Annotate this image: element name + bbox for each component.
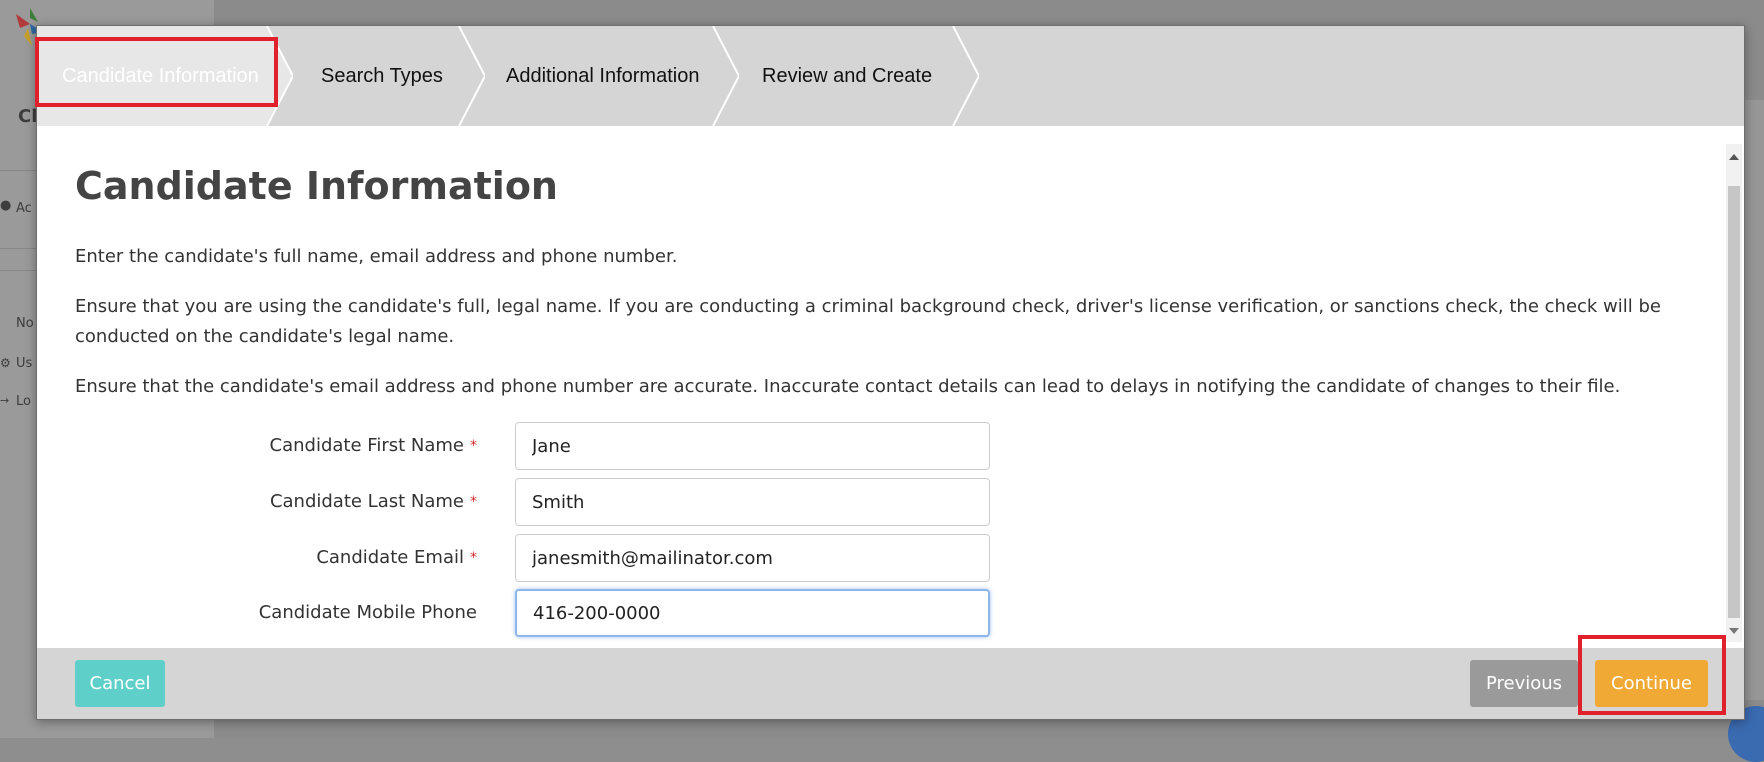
required-marker: *: [470, 438, 477, 454]
sidebar-partial-notifications: No: [16, 316, 34, 331]
create-candidate-modal: Candidate Information Search Types Addit…: [36, 25, 1745, 720]
page-title: Candidate Information: [75, 164, 558, 208]
step-chevron-icon: [712, 26, 739, 126]
instruction-paragraph: Ensure that the candidate's email addres…: [75, 376, 1621, 397]
sidebar-partial-logout: Lo: [16, 394, 31, 409]
email-row: Candidate Email *: [37, 534, 1037, 582]
last-name-field[interactable]: [515, 478, 990, 526]
modal-footer: Cancel Previous Continue: [37, 648, 1744, 719]
email-label: Candidate Email *: [316, 547, 477, 568]
email-field[interactable]: [515, 534, 990, 582]
instruction-paragraph: Enter the candidate's full name, email a…: [75, 246, 678, 267]
step-chevron-icon: [952, 26, 979, 126]
first-name-field[interactable]: [515, 422, 990, 470]
cancel-button[interactable]: Cancel: [75, 660, 165, 707]
wizard-stepper: Candidate Information Search Types Addit…: [37, 26, 1744, 126]
highlight-box-continue: [1578, 635, 1726, 715]
step-review-and-create[interactable]: Review and Create: [762, 26, 962, 126]
modal-content: Candidate Information Enter the candidat…: [37, 126, 1744, 648]
phone-row: Candidate Mobile Phone: [37, 589, 1037, 637]
scroll-thumb[interactable]: [1728, 186, 1740, 618]
phone-label: Candidate Mobile Phone: [258, 602, 477, 623]
step-label: Search Types: [321, 64, 443, 87]
step-label: Review and Create: [762, 64, 933, 87]
sidebar-partial-title: Cl: [18, 106, 38, 127]
instruction-paragraph: Ensure that you are using the candidate'…: [75, 296, 1662, 347]
previous-button[interactable]: Previous: [1470, 660, 1578, 707]
required-marker: *: [470, 494, 477, 510]
phone-field[interactable]: [515, 589, 990, 637]
highlight-box-active-step: [35, 37, 278, 107]
last-name-label: Candidate Last Name *: [269, 491, 477, 512]
first-name-row: Candidate First Name *: [37, 422, 1037, 470]
logout-icon: →: [0, 394, 10, 407]
scroll-down-icon[interactable]: [1729, 628, 1739, 634]
required-marker: *: [470, 550, 477, 566]
first-name-label: Candidate First Name *: [269, 435, 477, 456]
scroll-up-icon[interactable]: [1729, 154, 1739, 160]
step-additional-information[interactable]: Additional Information: [506, 26, 736, 126]
step-label: Additional Information: [506, 64, 700, 87]
last-name-row: Candidate Last Name *: [37, 478, 1037, 526]
sidebar-partial-users: Us: [16, 356, 33, 371]
user-icon: ●: [0, 198, 12, 213]
step-chevron-icon: [458, 26, 485, 126]
gear-icon: ⚙: [0, 356, 11, 370]
content-scrollbar[interactable]: [1726, 144, 1742, 642]
sidebar-partial-account: Ac: [16, 201, 32, 216]
